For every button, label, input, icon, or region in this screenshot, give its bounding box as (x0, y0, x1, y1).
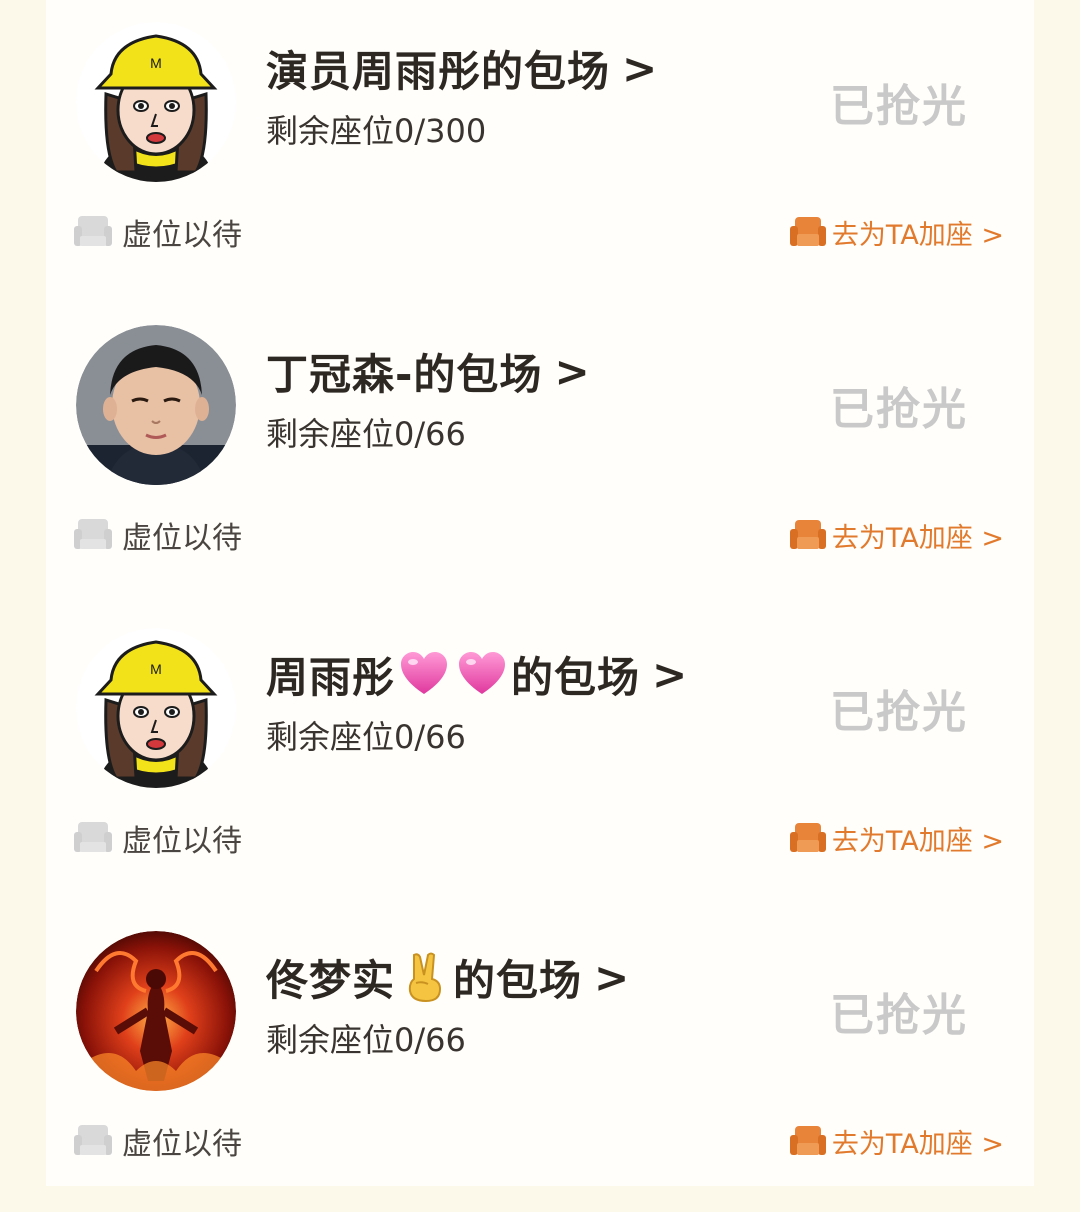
host-avatar[interactable] (76, 325, 236, 485)
sofa-icon (789, 214, 826, 250)
chevron-right-icon: > (652, 649, 689, 699)
sold-out-status: 已抢光 (830, 990, 968, 1041)
remaining-seats: 剩余座位0/66 (266, 718, 466, 756)
session-title-text-a: 佟梦实 (266, 955, 396, 1005)
add-seat-button[interactable]: 去为TA加座 > (789, 1119, 1004, 1163)
seat-waiting-label: 虚位以待 (122, 824, 242, 859)
session-title-text: 演员周雨彤的包场 (266, 46, 611, 96)
sofa-icon (74, 1123, 112, 1159)
sofa-icon (74, 517, 112, 553)
remaining-seats: 剩余座位0/66 (266, 415, 466, 453)
chevron-right-icon: > (594, 952, 631, 1002)
session-title-text-a: 周雨彤 (266, 652, 396, 702)
session-title[interactable]: 佟梦实 的包场 > (266, 947, 630, 1007)
add-seat-button[interactable]: 去为TA加座 > (789, 513, 1004, 557)
svg-text:M: M (150, 661, 162, 677)
add-seat-label: 去为TA加座 > (831, 825, 1004, 857)
seat-waiting-label: 虚位以待 (122, 1127, 242, 1162)
add-seat-button[interactable]: 去为TA加座 > (789, 816, 1004, 860)
session-title[interactable]: 丁冠森-的包场 > (266, 341, 591, 401)
sold-out-status: 已抢光 (830, 687, 968, 738)
chevron-right-icon: > (554, 346, 591, 396)
svg-text:M: M (150, 55, 162, 71)
sofa-icon (789, 1123, 826, 1159)
session-title-text-b: 的包场 (453, 955, 583, 1005)
remaining-seats: 剩余座位0/66 (266, 1021, 466, 1059)
add-seat-button[interactable]: 去为TA加座 > (789, 210, 1004, 254)
pink-heart-icon (398, 648, 450, 700)
sofa-icon (74, 820, 112, 856)
seat-waiting-label: 虚位以待 (122, 521, 242, 556)
sofa-icon (789, 517, 826, 553)
session-title-text: 丁冠森-的包场 (266, 349, 543, 399)
seat-waiting: 虚位以待 (74, 513, 242, 557)
sofa-icon (74, 214, 112, 250)
sold-out-status: 已抢光 (830, 384, 968, 435)
session-title-text-b: 的包场 (511, 652, 641, 702)
session-card[interactable]: M 周雨彤 的包场 > 剩余座位0/66 已抢光 虚位以待 去为TA加座 > (46, 606, 1034, 909)
host-avatar[interactable] (76, 931, 236, 1091)
session-card[interactable]: M 演员周雨彤的包场 > 剩余座位0/300 已抢光 虚位以待 去为TA加座 > (46, 0, 1034, 303)
session-title[interactable]: 周雨彤 的包场 > (266, 644, 688, 704)
pink-heart-icon (456, 648, 508, 700)
seat-waiting: 虚位以待 (74, 210, 242, 254)
session-title[interactable]: 演员周雨彤的包场 > (266, 38, 658, 98)
session-card[interactable]: 佟梦实 的包场 > 剩余座位0/66 已抢光 虚位以待 去为TA加座 > (46, 909, 1034, 1212)
seat-waiting-label: 虚位以待 (122, 218, 242, 253)
live-session-list: M 演员周雨彤的包场 > 剩余座位0/300 已抢光 虚位以待 去为TA加座 >… (46, 0, 1034, 1186)
add-seat-label: 去为TA加座 > (831, 1128, 1004, 1160)
seat-waiting: 虚位以待 (74, 1119, 242, 1163)
sofa-icon (789, 820, 826, 856)
sold-out-status: 已抢光 (830, 81, 968, 132)
add-seat-label: 去为TA加座 > (831, 522, 1004, 554)
remaining-seats: 剩余座位0/300 (266, 112, 487, 150)
seat-waiting: 虚位以待 (74, 816, 242, 860)
chevron-right-icon: > (622, 43, 659, 93)
host-avatar[interactable]: M (76, 628, 236, 788)
session-card[interactable]: 丁冠森-的包场 > 剩余座位0/66 已抢光 虚位以待 去为TA加座 > (46, 303, 1034, 606)
victory-hand-icon (398, 951, 450, 1003)
host-avatar[interactable]: M (76, 22, 236, 182)
add-seat-label: 去为TA加座 > (831, 219, 1004, 251)
